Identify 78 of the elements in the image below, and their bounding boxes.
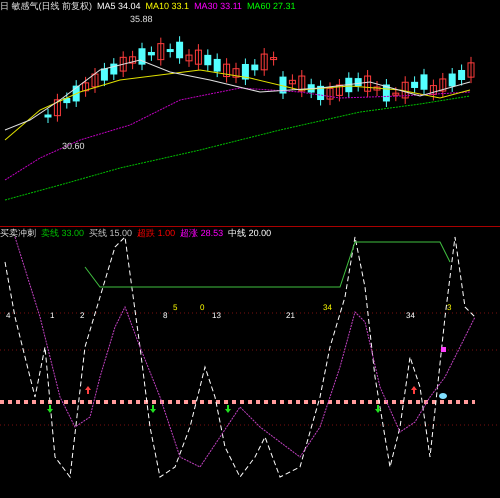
candlestick (157, 37, 164, 66)
candlestick (72, 80, 80, 108)
candlestick (458, 64, 466, 86)
candlestick (382, 78, 390, 108)
candlestick (430, 79, 437, 101)
candlestick (326, 82, 334, 106)
square-marker-icon (441, 347, 446, 352)
candlestick (186, 48, 192, 68)
candlestick (148, 46, 155, 62)
candlestick (138, 42, 146, 71)
candlestick (317, 80, 324, 106)
candlestick (251, 58, 258, 76)
candlestick (166, 43, 174, 58)
indicator-value: 买线 15.00 (89, 227, 132, 239)
candlestick (448, 68, 456, 92)
down-arrow-icon (375, 405, 381, 413)
candlestick (176, 36, 184, 64)
candlestick (129, 50, 136, 70)
indicator-value: 中线 20.00 (228, 227, 272, 239)
dot-marker-icon (439, 393, 447, 399)
candlestick (44, 108, 52, 124)
candlestick (374, 80, 380, 97)
candlestick (110, 58, 118, 80)
count-label: 4 (6, 311, 10, 320)
indicator-value: MA30 33.11 (194, 0, 242, 12)
candlestick (270, 51, 278, 66)
count-label: 5 (173, 303, 178, 312)
candlestick (354, 72, 362, 92)
count-label: 0 (200, 303, 204, 312)
indicator-value: MA5 34.04 (97, 0, 141, 12)
count-label: 34 (406, 311, 415, 320)
indicator-value: 超涨 28.53 (180, 227, 224, 239)
indicator-value: 超跌 1.00 (137, 227, 176, 239)
candlestick (364, 70, 372, 98)
candlestick (392, 86, 400, 102)
candlestick (194, 44, 202, 71)
candlestick (54, 93, 61, 122)
candlestick (298, 70, 306, 98)
chart-title: 买卖冲刺 (0, 227, 36, 239)
candlestick (232, 62, 240, 84)
candlestick (288, 74, 296, 90)
candlestick (214, 52, 221, 78)
indicator-value: MA60 27.31 (246, 0, 296, 12)
candlestick (411, 76, 418, 94)
count-label: 21 (286, 311, 295, 320)
indicator-value: MA10 33.1 (146, 0, 190, 12)
count-label: 13 (212, 311, 221, 320)
candlestick (308, 78, 315, 99)
candlestick (336, 78, 343, 102)
candlestick (280, 70, 286, 100)
chart-title: 日 敏感气(日线 前复权) (0, 0, 92, 12)
candlestick (223, 58, 230, 84)
candlestick (204, 48, 212, 72)
count-label: 8 (163, 311, 168, 320)
up-arrow-icon (85, 386, 91, 394)
down-arrow-icon (150, 405, 156, 413)
price-label: 30.60 (62, 141, 85, 151)
candlestick (345, 72, 352, 98)
candlestick (100, 62, 108, 87)
candlestick (260, 48, 268, 76)
count-label: 1 (50, 311, 54, 320)
candlestick (63, 92, 70, 110)
candlestick (420, 68, 428, 96)
up-arrow-icon (411, 386, 417, 394)
candlestick (82, 76, 90, 98)
count-label: 34 (323, 303, 332, 312)
candlestick (439, 72, 446, 98)
candlestick (92, 68, 98, 94)
candlestick (468, 56, 474, 84)
candlestick (402, 76, 409, 104)
down-arrow-icon (225, 405, 231, 413)
candlestick (242, 58, 249, 86)
indicator-value: 卖线 33.00 (41, 227, 84, 239)
count-label: 2 (80, 311, 84, 320)
price-label: 35.88 (130, 14, 153, 24)
down-arrow-icon (47, 405, 53, 413)
count-label: 3 (447, 303, 452, 312)
candlestick (120, 50, 127, 78)
